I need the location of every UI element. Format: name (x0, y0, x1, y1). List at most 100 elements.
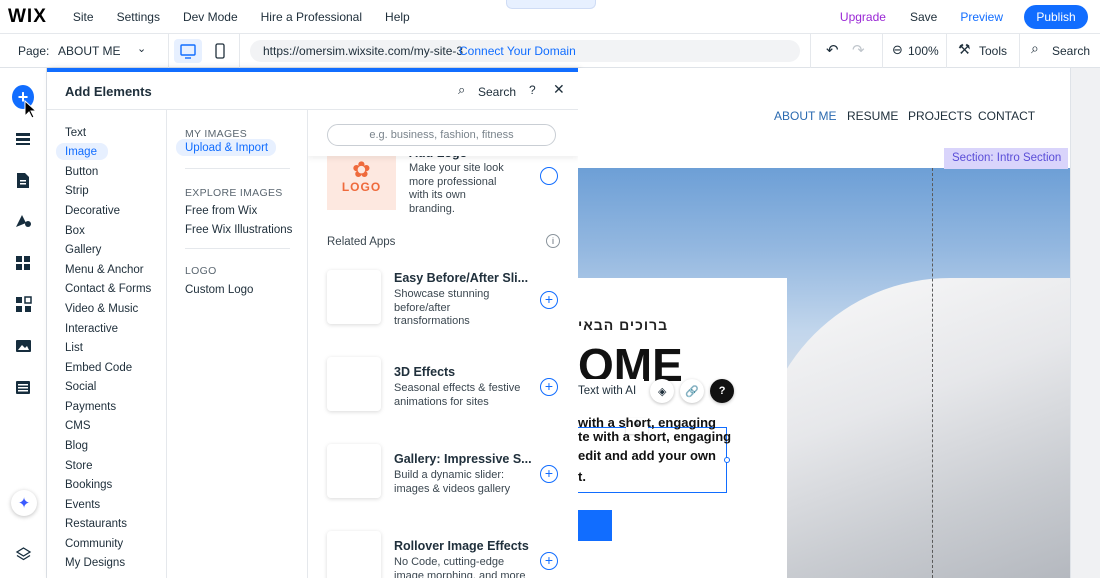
category-embed-code[interactable]: Embed Code (65, 362, 132, 374)
paragraph-text[interactable]: with a short, engaging te with a short, … (578, 413, 732, 486)
logo-heading: LOGO (185, 265, 217, 277)
menu-help[interactable]: Help (385, 10, 410, 24)
site-nav-resume[interactable]: RESUME (847, 109, 898, 123)
business-apps-icon[interactable] (12, 293, 34, 315)
category-button[interactable]: Button (65, 166, 98, 178)
search-button[interactable]: Search (1052, 44, 1090, 58)
layers-icon[interactable] (12, 543, 34, 565)
page-selector[interactable]: ABOUT ME (58, 44, 120, 58)
info-icon[interactable]: i (546, 234, 560, 248)
section-label[interactable]: Section: Intro Section (944, 148, 1068, 169)
publish-button[interactable]: Publish (1024, 5, 1088, 29)
category-my-designs[interactable]: My Designs (65, 557, 125, 569)
free-wix-illustrations-link[interactable]: Free Wix Illustrations (185, 224, 292, 236)
site-nav-contact[interactable]: CONTACT (978, 109, 1035, 123)
ai-assistant-button[interactable]: ✦ (11, 490, 37, 516)
category-image[interactable]: Image (65, 146, 97, 158)
left-rail: + ✦ (0, 68, 47, 578)
help-icon[interactable]: ? (710, 379, 735, 403)
site-nav-projects[interactable]: PROJECTS (908, 109, 972, 123)
category-restaurants[interactable]: Restaurants (65, 518, 127, 530)
hebrew-welcome-text[interactable]: ברוכים הבאי (578, 317, 668, 333)
add-elements-panel: Add Elements ⌕ Search ? ✕ Text Image But… (47, 68, 578, 578)
category-strip[interactable]: Strip (65, 185, 89, 197)
menu-site[interactable]: Site (73, 10, 94, 24)
mobile-view-button[interactable] (210, 39, 230, 63)
gridline (932, 168, 933, 578)
app-title: 3D Effects (394, 365, 456, 379)
top-tab-indicator[interactable] (506, 0, 596, 9)
app-thumbnail[interactable] (327, 444, 381, 498)
category-bookings[interactable]: Bookings (65, 479, 112, 491)
tools-icon[interactable]: ⚒ (958, 41, 971, 58)
desktop-view-button[interactable] (174, 39, 202, 63)
preview-button[interactable]: Preview (960, 10, 1003, 24)
editor-canvas[interactable]: ABOUT ME RESUME PROJECTS CONTACT Section… (578, 68, 1070, 578)
sections-icon[interactable] (12, 128, 34, 150)
app-thumbnail[interactable] (327, 357, 381, 411)
cms-icon[interactable] (12, 376, 34, 398)
app-thumbnail[interactable] (327, 531, 381, 578)
close-icon[interactable]: ✕ (553, 81, 565, 98)
zoom-out-icon[interactable]: ⊖ (892, 42, 903, 58)
site-nav-about[interactable]: ABOUT ME (774, 109, 836, 123)
tools-button[interactable]: Tools (979, 44, 1007, 58)
category-cms[interactable]: CMS (65, 420, 91, 432)
wix-logo[interactable]: WIX (8, 6, 47, 28)
menu-hire-professional[interactable]: Hire a Professional (261, 10, 362, 24)
category-community[interactable]: Community (65, 538, 123, 550)
category-decorative[interactable]: Decorative (65, 205, 120, 217)
design-icon[interactable] (12, 210, 34, 232)
help-icon[interactable]: ? (529, 83, 536, 97)
category-text[interactable]: Text (65, 127, 86, 139)
chevron-down-icon[interactable]: ⌄ (137, 42, 146, 55)
animation-icon[interactable]: ◈ (650, 379, 675, 403)
app-description: Seasonal effects & festive animations fo… (394, 382, 521, 408)
add-app-plus-icon[interactable]: + (540, 552, 558, 570)
redo-icon[interactable]: ↷ (852, 41, 865, 59)
add-logo-radio[interactable] (540, 167, 558, 185)
search-icon[interactable]: ⌕ (458, 82, 465, 98)
category-payments[interactable]: Payments (65, 401, 116, 413)
category-gallery[interactable]: Gallery (65, 244, 101, 256)
app-thumbnail[interactable] (327, 270, 381, 324)
add-app-plus-icon[interactable]: + (540, 291, 558, 309)
category-store[interactable]: Store (65, 460, 93, 472)
paragraph-line: te with a short, engaging (578, 429, 732, 444)
canvas-scrollbar[interactable] (1070, 68, 1100, 578)
app-title: Easy Before/After Sli... (394, 271, 529, 285)
category-list: Text Image Button Strip Decorative Box G… (47, 110, 167, 578)
resize-handle[interactable] (724, 457, 730, 463)
upload-import-link[interactable]: Upload & Import (185, 142, 268, 154)
custom-logo-link[interactable]: Custom Logo (185, 284, 253, 296)
add-app-plus-icon[interactable]: + (540, 465, 558, 483)
category-social[interactable]: Social (65, 381, 96, 393)
category-blog[interactable]: Blog (65, 440, 88, 452)
undo-icon[interactable]: ↶ (826, 41, 839, 59)
category-menu-anchor[interactable]: Menu & Anchor (65, 264, 144, 276)
media-icon[interactable] (12, 335, 34, 357)
connect-domain-link[interactable]: Connect Your Domain (459, 44, 576, 58)
link-icon[interactable]: 🔗 (680, 379, 705, 403)
pages-icon[interactable] (12, 169, 34, 191)
category-events[interactable]: Events (65, 499, 100, 511)
menu-settings[interactable]: Settings (117, 10, 160, 24)
text-with-ai-button[interactable]: Text with AI (578, 379, 645, 403)
menu-dev-mode[interactable]: Dev Mode (183, 10, 238, 24)
site-button[interactable] (578, 510, 612, 541)
category-video-music[interactable]: Video & Music (65, 303, 138, 315)
content-search-input[interactable]: e.g. business, fashion, fitness (327, 124, 556, 146)
save-button[interactable]: Save (910, 10, 937, 24)
desktop-icon (180, 44, 196, 59)
category-interactive[interactable]: Interactive (65, 323, 118, 335)
search-icon[interactable]: ⌕ (1031, 40, 1039, 57)
zoom-level[interactable]: 100% (908, 44, 939, 58)
add-app-plus-icon[interactable]: + (540, 378, 558, 396)
upgrade-link[interactable]: Upgrade (840, 10, 886, 24)
apps-icon[interactable] (12, 252, 34, 274)
free-from-wix-link[interactable]: Free from Wix (185, 205, 257, 217)
category-contact-forms[interactable]: Contact & Forms (65, 283, 151, 295)
category-box[interactable]: Box (65, 225, 85, 237)
category-list[interactable]: List (65, 342, 83, 354)
panel-search-button[interactable]: Search (478, 85, 516, 99)
